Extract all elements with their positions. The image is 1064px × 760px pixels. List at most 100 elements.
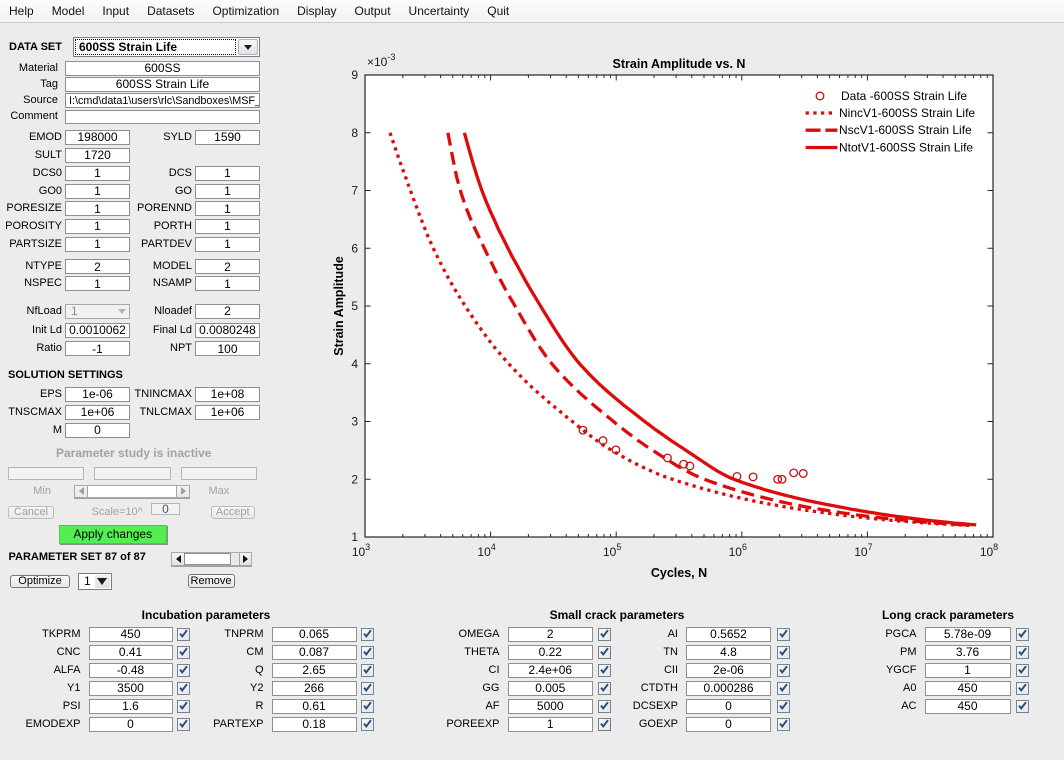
tnprm-field[interactable]: 0.065 <box>272 627 357 642</box>
menu-item-help[interactable]: Help <box>0 0 43 22</box>
nspec-field[interactable]: 1 <box>65 276 130 291</box>
tn-field[interactable]: 4.8 <box>686 645 771 660</box>
menu-item-quit[interactable]: Quit <box>478 0 518 22</box>
y1-checkbox[interactable] <box>177 682 190 695</box>
source-field[interactable]: I:\cmd\data1\users\rlc\Sandboxes\MSF_ <box>65 93 260 108</box>
model-field[interactable]: 2 <box>195 259 260 274</box>
init-ld-field[interactable]: 0.0010062 <box>65 323 130 338</box>
material-field[interactable]: 600SS <box>65 61 260 76</box>
apply-changes-button[interactable]: Apply changes <box>59 525 168 544</box>
porosity-field[interactable]: 1 <box>65 219 130 234</box>
final-ld-field[interactable]: 0.0080248 <box>195 323 260 338</box>
partexp-checkbox[interactable] <box>361 718 374 731</box>
pm-checkbox[interactable] <box>1016 646 1029 659</box>
a0-field[interactable]: 450 <box>925 681 1011 696</box>
gg-field[interactable]: 0.005 <box>508 681 594 696</box>
goexp-checkbox[interactable] <box>777 718 790 731</box>
sult-field[interactable]: 1720 <box>65 148 130 163</box>
alfa-field[interactable]: -0.48 <box>89 663 173 678</box>
cm-field[interactable]: 0.087 <box>272 645 357 660</box>
menu-item-datasets[interactable]: Datasets <box>138 0 203 22</box>
parameter-set-slider[interactable] <box>171 552 252 567</box>
dcs0-field[interactable]: 1 <box>65 166 130 181</box>
emodexp-field[interactable]: 0 <box>89 717 173 732</box>
partdev-field[interactable]: 1 <box>195 237 260 252</box>
omega-field[interactable]: 2 <box>508 627 594 642</box>
pm-field[interactable]: 3.76 <box>925 645 1011 660</box>
alfa-checkbox[interactable] <box>177 664 190 677</box>
nloadef-field[interactable]: 2 <box>195 304 260 319</box>
y2-checkbox[interactable] <box>361 682 374 695</box>
set-index-dropdown-button[interactable] <box>95 575 110 588</box>
ac-checkbox[interactable] <box>1016 700 1029 713</box>
theta-field[interactable]: 0.22 <box>508 645 594 660</box>
poresize-field[interactable]: 1 <box>65 201 130 216</box>
ntype-field[interactable]: 2 <box>65 259 130 274</box>
ygcf-field[interactable]: 1 <box>925 663 1011 678</box>
set-index-combobox[interactable]: 1 <box>78 573 112 590</box>
go-field[interactable]: 1 <box>195 184 260 199</box>
dcsexp-checkbox[interactable] <box>777 700 790 713</box>
go0-field[interactable]: 1 <box>65 184 130 199</box>
pgca-checkbox[interactable] <box>1016 628 1029 641</box>
menu-item-uncertainty[interactable]: Uncertainty <box>400 0 479 22</box>
tkprm-field[interactable]: 450 <box>89 627 173 642</box>
eps-field[interactable]: 1e-06 <box>65 387 130 402</box>
cm-checkbox[interactable] <box>361 646 374 659</box>
psi-field[interactable]: 1.6 <box>89 699 173 714</box>
npt-field[interactable]: 100 <box>195 341 260 356</box>
tn-checkbox[interactable] <box>777 646 790 659</box>
comment-field[interactable] <box>65 110 260 125</box>
r-checkbox[interactable] <box>361 700 374 713</box>
tnincmax-field[interactable]: 1e+08 <box>195 387 260 402</box>
ratio-field[interactable]: -1 <box>65 341 130 356</box>
optimize-button[interactable]: Optimize <box>10 575 70 588</box>
partsize-field[interactable]: 1 <box>65 237 130 252</box>
tkprm-checkbox[interactable] <box>177 628 190 641</box>
q-checkbox[interactable] <box>361 664 374 677</box>
cii-checkbox[interactable] <box>777 664 790 677</box>
tnscmax-field[interactable]: 1e+06 <box>65 405 130 420</box>
menu-item-model[interactable]: Model <box>43 0 94 22</box>
pgca-field[interactable]: 5.78e-09 <box>925 627 1011 642</box>
menu-item-display[interactable]: Display <box>288 0 345 22</box>
r-field[interactable]: 0.61 <box>272 699 357 714</box>
goexp-field[interactable]: 0 <box>686 717 771 732</box>
slider-right-button[interactable] <box>239 553 251 566</box>
ac-field[interactable]: 450 <box>925 699 1011 714</box>
af-field[interactable]: 5000 <box>508 699 594 714</box>
emod-field[interactable]: 198000 <box>65 130 130 145</box>
ai-field[interactable]: 0.5652 <box>686 627 771 642</box>
emodexp-checkbox[interactable] <box>177 718 190 731</box>
cii-field[interactable]: 2e-06 <box>686 663 771 678</box>
ygcf-checkbox[interactable] <box>1016 664 1029 677</box>
cnc-checkbox[interactable] <box>177 646 190 659</box>
ctdth-checkbox[interactable] <box>777 682 790 695</box>
tnlcmax-field[interactable]: 1e+06 <box>195 405 260 420</box>
slider-left-button[interactable] <box>172 553 184 566</box>
syld-field[interactable]: 1590 <box>195 130 260 145</box>
nsamp-field[interactable]: 1 <box>195 276 260 291</box>
slider-thumb[interactable] <box>184 553 231 566</box>
ai-checkbox[interactable] <box>777 628 790 641</box>
menu-item-optimization[interactable]: Optimization <box>203 0 288 22</box>
data-set-dropdown-button[interactable] <box>238 39 258 55</box>
partexp-field[interactable]: 0.18 <box>272 717 357 732</box>
porennd-field[interactable]: 1 <box>195 201 260 216</box>
data-set-combobox[interactable]: 600SS Strain Life <box>73 37 260 57</box>
dcs-field[interactable]: 1 <box>195 166 260 181</box>
menu-item-output[interactable]: Output <box>346 0 400 22</box>
ctdth-field[interactable]: 0.000286 <box>686 681 771 696</box>
remove-button[interactable]: Remove <box>188 574 235 588</box>
tag-field[interactable]: 600SS Strain Life <box>65 77 260 92</box>
q-field[interactable]: 2.65 <box>272 663 357 678</box>
porth-field[interactable]: 1 <box>195 219 260 234</box>
cnc-field[interactable]: 0.41 <box>89 645 173 660</box>
y2-field[interactable]: 266 <box>272 681 357 696</box>
menu-item-input[interactable]: Input <box>93 0 138 22</box>
y1-field[interactable]: 3500 <box>89 681 173 696</box>
psi-checkbox[interactable] <box>177 700 190 713</box>
ci-field[interactable]: 2.4e+06 <box>508 663 594 678</box>
dcsexp-field[interactable]: 0 <box>686 699 771 714</box>
a0-checkbox[interactable] <box>1016 682 1029 695</box>
